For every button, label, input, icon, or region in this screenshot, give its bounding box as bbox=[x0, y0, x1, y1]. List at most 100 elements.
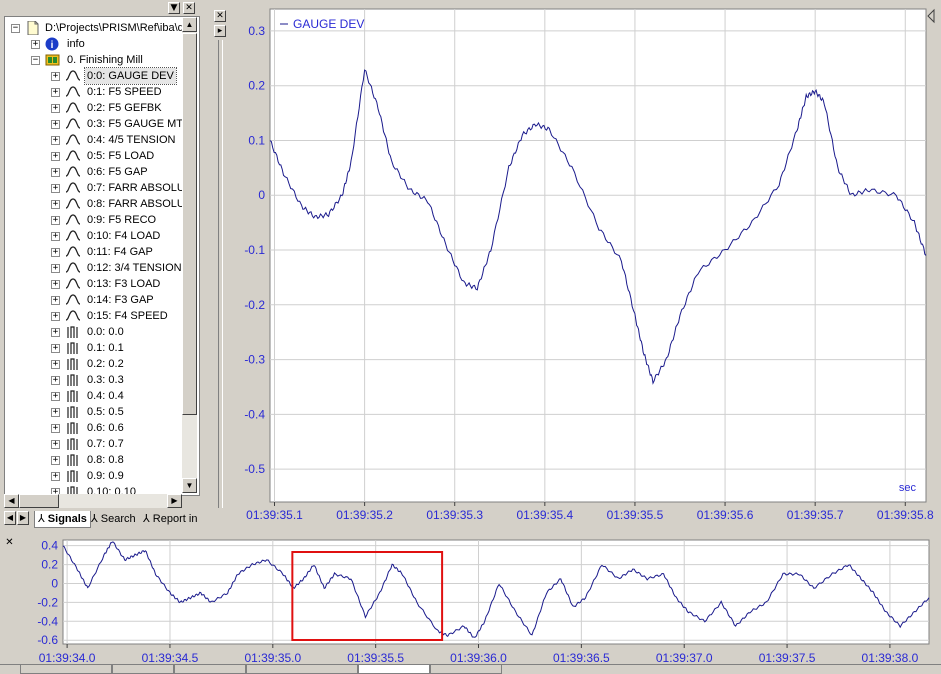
digital-signal-icon bbox=[67, 438, 78, 450]
x-tick-label: 01:39:35.5 bbox=[607, 508, 664, 522]
main-chart[interactable]: 0.3 0.2 0.1 0 -0.1 -0.2 -0.3 -0.4 -0.5 01:39:35.… bbox=[230, 0, 941, 530]
signal-label: 0:7: FARR ABSOLU bbox=[87, 182, 185, 194]
expand-icon[interactable]: + bbox=[51, 104, 60, 113]
tab-label: Report in bbox=[152, 513, 198, 525]
signal-tree-panel: ▼ ✕ − D:\Projects\PRISM\Ref\iba\de + i i… bbox=[0, 0, 204, 528]
signal-label: 0.8: 0.8 bbox=[87, 454, 124, 466]
signal-label: 0:4: 4/5 TENSION bbox=[87, 134, 176, 146]
info-icon: i bbox=[45, 37, 59, 51]
expand-icon[interactable]: + bbox=[51, 248, 60, 257]
analog-signal-icon bbox=[65, 118, 81, 129]
analog-signal-icon bbox=[65, 150, 81, 161]
tree-horizontal-scrollbar[interactable]: ◀ ▶ bbox=[4, 494, 182, 508]
main-y-axis: 0.3 0.2 0.1 0 -0.1 -0.2 -0.3 -0.4 -0.5 bbox=[244, 24, 265, 476]
digital-signal-icon bbox=[67, 326, 78, 338]
tab-icon: ⅄ bbox=[38, 513, 45, 525]
x-tick-label: 01:39:38.0 bbox=[862, 651, 919, 664]
expand-icon[interactable]: + bbox=[51, 376, 60, 385]
collapse-arrow-icon[interactable] bbox=[927, 8, 935, 24]
chart-expand-icon[interactable]: ▸ bbox=[214, 25, 226, 37]
x-tick-label: 01:39:36.0 bbox=[450, 651, 507, 664]
y-tick-label: -0.6 bbox=[37, 633, 58, 647]
digital-signal-icon bbox=[67, 470, 78, 482]
expand-icon[interactable]: + bbox=[31, 40, 40, 49]
y-tick-label: 0 bbox=[51, 576, 58, 590]
digital-signal-icon bbox=[67, 390, 78, 402]
expand-icon[interactable]: + bbox=[51, 408, 60, 417]
expand-icon[interactable]: + bbox=[51, 152, 60, 161]
file-icon bbox=[27, 21, 39, 35]
expand-icon[interactable]: + bbox=[51, 360, 60, 369]
signal-label: 0:9: F5 RECO bbox=[87, 214, 157, 226]
tab-report[interactable]: ⅄ Report in bbox=[140, 511, 200, 527]
expand-icon[interactable]: + bbox=[51, 200, 60, 209]
analog-signal-icon bbox=[65, 246, 81, 257]
tab-label: Search bbox=[100, 513, 136, 525]
scroll-thumb[interactable] bbox=[19, 494, 59, 508]
tab-signals[interactable]: ⅄ Signals bbox=[34, 511, 91, 528]
main-x-axis: 01:39:35.1 01:39:35.2 01:39:35.3 01:39:35.4… bbox=[246, 502, 934, 522]
expand-icon[interactable]: + bbox=[51, 392, 60, 401]
signal-label: 0.6: 0.6 bbox=[87, 422, 124, 434]
scroll-down-icon[interactable]: ▼ bbox=[182, 478, 197, 493]
tree-vertical-scrollbar[interactable]: ▲ ▼ bbox=[182, 17, 197, 493]
expand-icon[interactable]: + bbox=[51, 88, 60, 97]
expand-icon[interactable]: + bbox=[51, 296, 60, 305]
expand-icon[interactable]: + bbox=[51, 472, 60, 481]
digital-signal-icon bbox=[67, 454, 78, 466]
expand-icon[interactable]: + bbox=[51, 232, 60, 241]
expand-icon[interactable]: + bbox=[51, 72, 60, 81]
signal-label: 0.7: 0.7 bbox=[87, 438, 124, 450]
digital-signal-icon bbox=[67, 358, 78, 370]
signal-label: 0:11: F4 GAP bbox=[87, 246, 153, 258]
scroll-up-icon[interactable]: ▲ bbox=[182, 17, 197, 32]
analog-signal-icon bbox=[65, 262, 81, 273]
panel-titlebar: ▼ ✕ bbox=[0, 0, 204, 16]
x-tick-label: 01:39:35.6 bbox=[697, 508, 754, 522]
collapse-icon[interactable]: − bbox=[31, 56, 40, 65]
digital-signal-icon bbox=[67, 342, 78, 354]
tab-scroll-right-icon[interactable]: ▶ bbox=[17, 511, 29, 525]
group-label: 0. Finishing Mill bbox=[67, 54, 143, 66]
expand-icon[interactable]: + bbox=[51, 344, 60, 353]
collapse-icon[interactable]: − bbox=[11, 24, 20, 33]
info-label: info bbox=[67, 38, 85, 50]
expand-icon[interactable]: + bbox=[51, 456, 60, 465]
main-legend: GAUGE DEV bbox=[280, 17, 364, 31]
tab-scroll-left-icon[interactable]: ◀ bbox=[4, 511, 16, 525]
x-tick-label: 01:39:34.5 bbox=[142, 651, 199, 664]
tab-icon: ⅄ bbox=[143, 513, 150, 525]
signal-label: 0.5: 0.5 bbox=[87, 406, 124, 418]
signal-label: 0.0: 0.0 bbox=[87, 326, 124, 338]
expand-icon[interactable]: + bbox=[51, 280, 60, 289]
overview-chart[interactable]: 0.4 0.2 0 -0.2 -0.4 -0.6 01:39:34.0 01:39:34.5… bbox=[0, 532, 941, 664]
chart-close-icon[interactable]: ✕ bbox=[214, 10, 226, 22]
x-tick-label: 01:39:35.5 bbox=[347, 651, 404, 664]
x-tick-label: 01:39:37.5 bbox=[759, 651, 816, 664]
x-tick-label: 01:39:37.0 bbox=[656, 651, 713, 664]
y-tick-label: 0.2 bbox=[41, 558, 58, 572]
expand-icon[interactable]: + bbox=[51, 440, 60, 449]
expand-icon[interactable]: + bbox=[51, 424, 60, 433]
expand-icon[interactable]: + bbox=[51, 216, 60, 225]
expand-icon[interactable]: + bbox=[51, 312, 60, 321]
expand-icon[interactable]: + bbox=[51, 264, 60, 273]
expand-icon[interactable]: + bbox=[51, 328, 60, 337]
panel-menu-icon[interactable]: ▼ bbox=[168, 2, 180, 14]
analog-signal-icon bbox=[65, 198, 81, 209]
expand-icon[interactable]: + bbox=[51, 168, 60, 177]
panel-close-icon[interactable]: ✕ bbox=[183, 2, 195, 14]
signal-label: 0.2: 0.2 bbox=[87, 358, 124, 370]
scroll-left-icon[interactable]: ◀ bbox=[4, 494, 19, 508]
expand-icon[interactable]: + bbox=[51, 120, 60, 129]
signal-tree: − D:\Projects\PRISM\Ref\iba\de + i info … bbox=[4, 16, 200, 496]
scroll-right-icon[interactable]: ▶ bbox=[167, 494, 182, 508]
scroll-thumb[interactable] bbox=[182, 33, 197, 415]
signal-label: 0.3: 0.3 bbox=[87, 374, 124, 386]
tab-icon: ⅄ bbox=[91, 513, 98, 525]
expand-icon[interactable]: + bbox=[51, 184, 60, 193]
signal-label: 0:10: F4 LOAD bbox=[87, 230, 161, 242]
expand-icon[interactable]: + bbox=[51, 136, 60, 145]
signal-label: 0:15: F4 SPEED bbox=[87, 310, 168, 322]
tab-search[interactable]: ⅄ Search bbox=[88, 511, 139, 527]
